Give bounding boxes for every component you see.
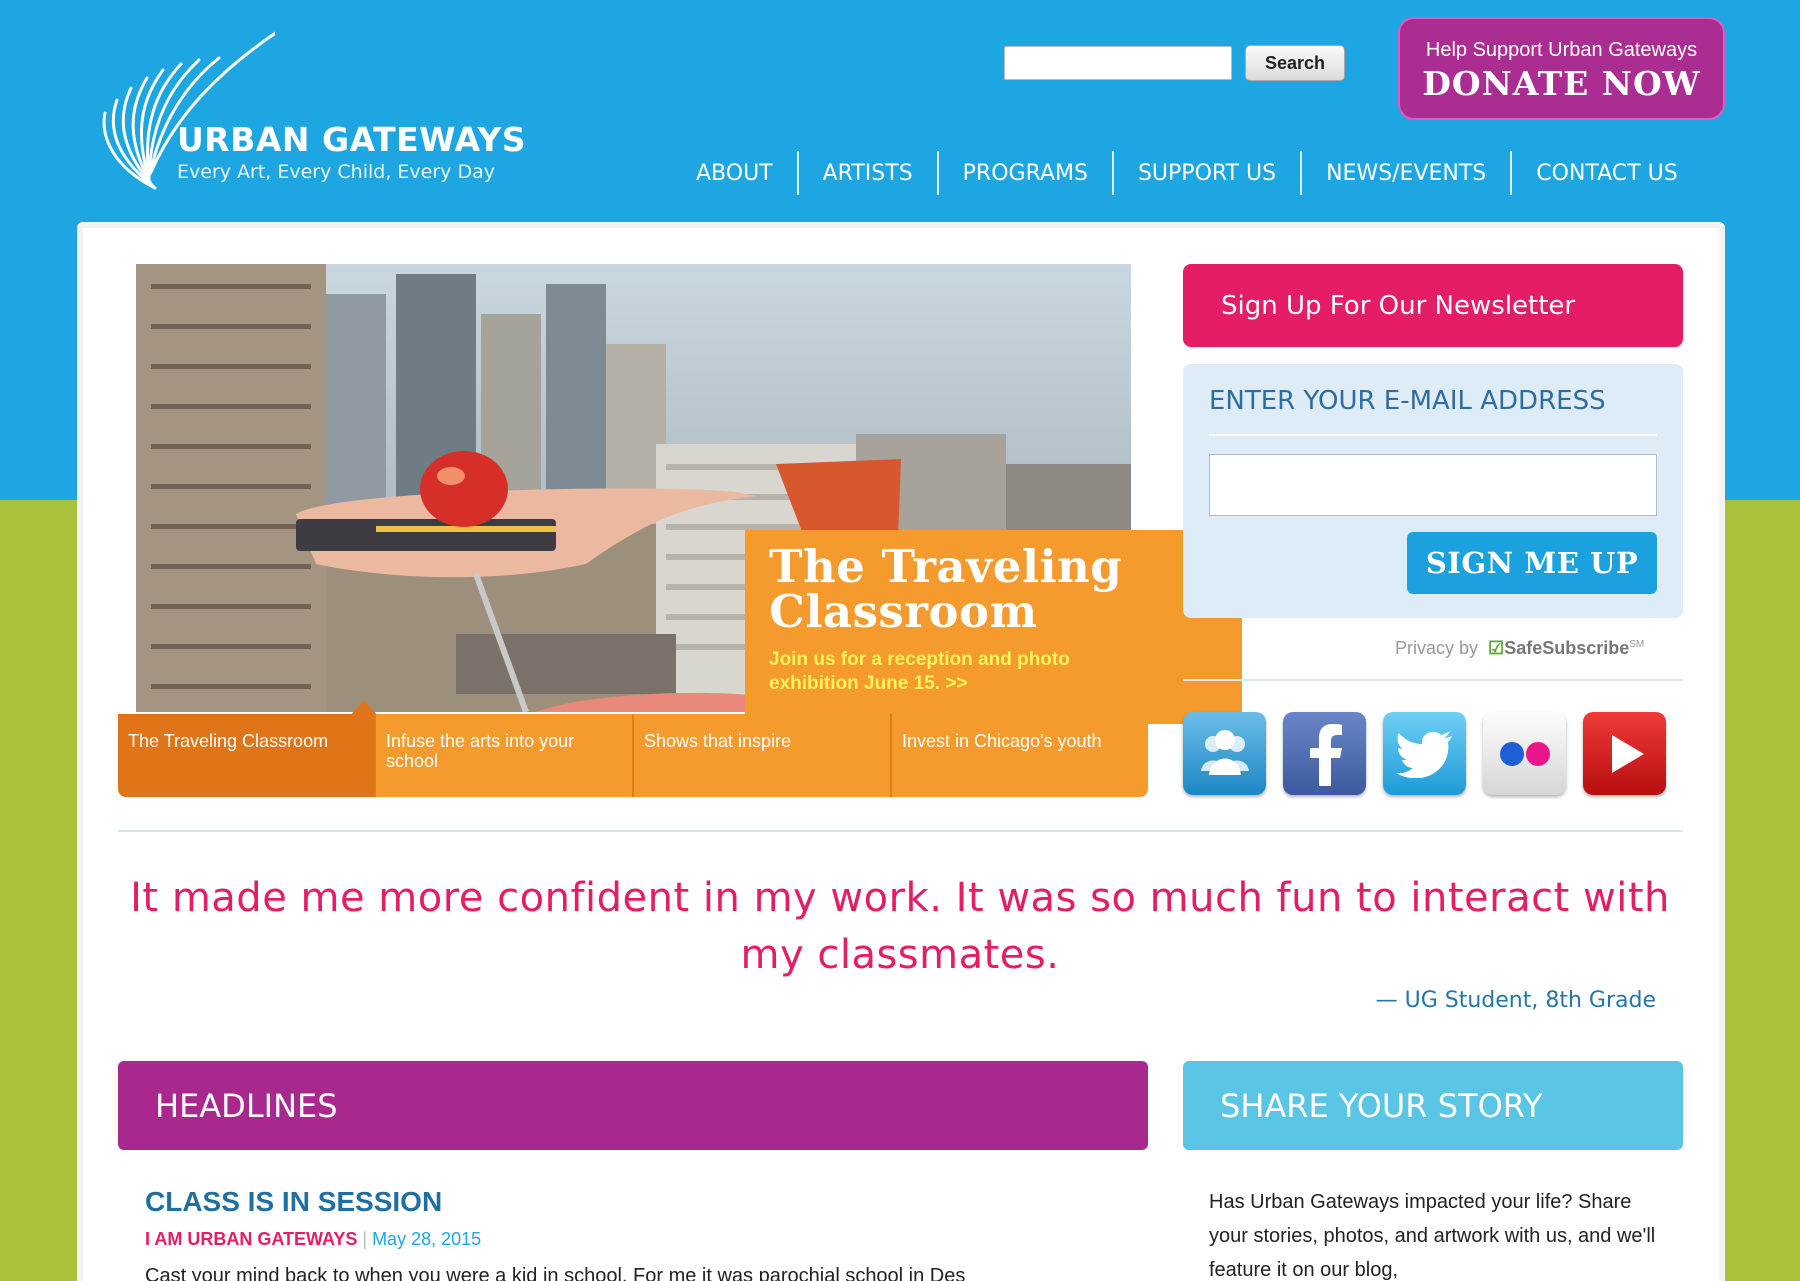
slide-title-line2: Classroom	[769, 585, 1038, 638]
donate-label: DONATE NOW	[1422, 64, 1701, 103]
slide-caption[interactable]: The Traveling Classroom Join us for a re…	[745, 530, 1242, 724]
slider-tabs: The Traveling Classroom Infuse the arts …	[118, 714, 1148, 797]
article-meta: I AM URBAN GATEWAYS | May 28, 2015	[145, 1229, 481, 1250]
logo-name: URBAN GATEWAYS	[177, 120, 527, 159]
checkmark-icon: ☑	[1483, 638, 1505, 658]
share-story-text: Has Urban Gateways impacted your life? S…	[1209, 1191, 1656, 1281]
nav-news-events[interactable]: NEWS/EVENTS	[1300, 151, 1510, 195]
email-label: ENTER YOUR E-MAIL ADDRESS	[1209, 386, 1606, 416]
youtube-icon[interactable]	[1583, 712, 1666, 795]
search-button[interactable]: Search	[1245, 45, 1345, 81]
privacy-service-mark: SM	[1629, 639, 1645, 650]
privacy-prefix: Privacy by	[1395, 638, 1479, 658]
logo-tagline: Every Art, Every Child, Every Day	[177, 161, 495, 183]
nav-support-us[interactable]: SUPPORT US	[1111, 151, 1300, 195]
flickr-icon[interactable]	[1483, 712, 1566, 795]
feature-slider: The Traveling Classroom Join us for a re…	[118, 264, 1242, 797]
donate-subtitle: Help Support Urban Gateways	[1425, 39, 1698, 61]
nav-programs[interactable]: PROGRAMS	[936, 151, 1112, 195]
nav-contact-us[interactable]: CONTACT US	[1510, 151, 1701, 195]
newsletter-form: ENTER YOUR E-MAIL ADDRESS SIGN ME UP	[1183, 364, 1683, 618]
testimonial-quote: It made me more confident in my work. It…	[130, 875, 1670, 978]
newsletter-header: Sign Up For Our Newsletter	[1183, 264, 1683, 347]
share-story-heading: SHARE YOUR STORY	[1183, 1061, 1683, 1150]
slider-tab[interactable]: Invest in Chicago's youth	[890, 714, 1148, 797]
slide-subtitle[interactable]: Join us for a reception and photo exhibi…	[769, 648, 1109, 696]
donate-button[interactable]: Help Support Urban Gateways DONATE NOW	[1398, 17, 1725, 120]
headlines-heading: HEADLINES	[118, 1061, 1148, 1150]
logo[interactable]: URBAN GATEWAYS Every Art, Every Child, E…	[95, 28, 526, 198]
twitter-icon[interactable]	[1383, 712, 1466, 795]
sidebar-divider	[1183, 679, 1683, 681]
privacy-brand: SafeSubscribe	[1504, 638, 1630, 658]
email-field[interactable]	[1209, 454, 1657, 516]
article-date: May 28, 2015	[372, 1229, 482, 1249]
community-icon[interactable]	[1183, 712, 1266, 795]
article-excerpt: Cast your mind back to when you were a k…	[145, 1265, 966, 1281]
facebook-icon[interactable]	[1283, 712, 1366, 795]
article-title[interactable]: CLASS IS IN SESSION	[145, 1186, 442, 1218]
main-nav: ABOUT ARTISTS PROGRAMS SUPPORT US NEWS/E…	[672, 151, 1702, 195]
nav-artists[interactable]: ARTISTS	[796, 151, 937, 195]
sign-me-up-button[interactable]: SIGN ME UP	[1407, 532, 1657, 594]
email-label-divider	[1209, 434, 1657, 436]
slide-title-line1: The Traveling	[769, 540, 1123, 593]
testimonial-source: — UG Student, 8th Grade	[1375, 988, 1656, 1013]
slider-tab[interactable]: The Traveling Classroom	[118, 714, 374, 797]
meta-separator: |	[362, 1229, 368, 1249]
social-links	[1183, 712, 1683, 795]
slider-tab[interactable]: Shows that inspire	[632, 714, 890, 797]
article-category[interactable]: I AM URBAN GATEWAYS	[145, 1229, 357, 1249]
search-input[interactable]	[1004, 46, 1232, 80]
slider-tab[interactable]: Infuse the arts into your school	[374, 714, 632, 797]
privacy-note[interactable]: Privacy by ☑SafeSubscribeSM	[1395, 638, 1685, 659]
section-divider	[118, 830, 1683, 832]
nav-about[interactable]: ABOUT	[672, 151, 797, 195]
